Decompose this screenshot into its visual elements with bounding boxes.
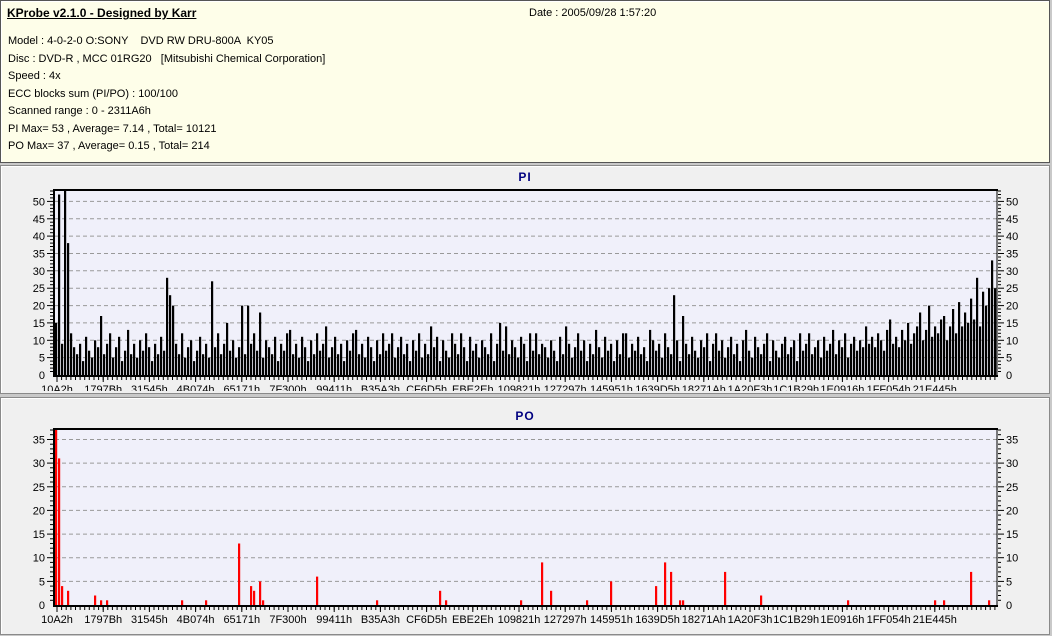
svg-text:10A2h: 10A2h	[41, 614, 73, 626]
svg-text:35: 35	[33, 249, 45, 261]
info-line-scanned-range: Scanned range : 0 - 2311A6h	[8, 105, 151, 117]
svg-text:30: 30	[33, 266, 45, 278]
svg-text:1E0916h: 1E0916h	[820, 384, 864, 391]
svg-text:25: 25	[1006, 283, 1018, 295]
svg-text:50: 50	[1006, 196, 1018, 208]
svg-text:7F300h: 7F300h	[269, 614, 306, 626]
svg-text:EBE2Eh: EBE2Eh	[452, 384, 494, 391]
svg-text:15: 15	[1006, 529, 1018, 541]
svg-text:25: 25	[33, 283, 45, 295]
svg-text:50: 50	[33, 196, 45, 208]
svg-text:31545h: 31545h	[131, 614, 168, 626]
scan-info-panel: KProbe v2.1.0 - Designed by Karr Date : …	[0, 0, 1050, 163]
svg-text:15: 15	[33, 318, 45, 330]
svg-text:10: 10	[1006, 335, 1018, 347]
svg-text:1797Bh: 1797Bh	[84, 614, 122, 626]
svg-text:18271Ah: 18271Ah	[682, 384, 726, 391]
svg-text:21E445h: 21E445h	[913, 384, 957, 391]
kprobe-results-screen: KProbe v2.1.0 - Designed by Karr Date : …	[0, 0, 1052, 636]
svg-text:99411h: 99411h	[316, 614, 352, 626]
svg-text:35: 35	[33, 435, 45, 447]
svg-text:20: 20	[33, 301, 45, 313]
svg-text:5: 5	[39, 353, 45, 365]
svg-text:B35A3h: B35A3h	[361, 614, 400, 626]
svg-text:35: 35	[1006, 435, 1018, 447]
svg-text:20: 20	[33, 505, 45, 517]
info-line-pi-stats: PI Max= 53 , Average= 7.14 , Total= 1012…	[8, 122, 217, 135]
svg-text:1639D5h: 1639D5h	[635, 384, 680, 391]
svg-text:0: 0	[39, 370, 45, 382]
svg-text:15: 15	[1006, 318, 1018, 330]
svg-text:30: 30	[1006, 458, 1018, 470]
svg-text:10A2h: 10A2h	[41, 384, 73, 391]
pi-bar-chart: 0 0 5 5 10 10 15 15 20 20 25 25 30 30 35 35 40 40 45 45 50 50…	[33, 189, 1018, 391]
svg-text:99411h: 99411h	[316, 384, 352, 391]
svg-text:7F300h: 7F300h	[269, 384, 306, 391]
svg-text:1797Bh: 1797Bh	[84, 384, 122, 391]
svg-text:20: 20	[1006, 301, 1018, 313]
svg-text:1A20F3h: 1A20F3h	[728, 384, 773, 391]
svg-text:CF6D5h: CF6D5h	[406, 384, 447, 391]
svg-text:65171h: 65171h	[223, 614, 260, 626]
svg-text:30: 30	[33, 458, 45, 470]
svg-text:31545h: 31545h	[131, 384, 168, 391]
svg-text:145951h: 145951h	[590, 384, 633, 391]
svg-text:4B074h: 4B074h	[177, 384, 215, 391]
svg-text:EBE2Eh: EBE2Eh	[452, 614, 494, 626]
info-line-speed: Speed : 4x	[8, 70, 61, 82]
info-line-ecc-blocks: ECC blocks sum (PI/PO) : 100/100	[8, 87, 178, 100]
info-line-po-stats: PO Max= 37 , Average= 0.15 , Total= 214	[8, 140, 210, 152]
svg-text:25: 25	[1006, 482, 1018, 494]
svg-text:5: 5	[39, 576, 45, 588]
svg-text:1C1B29h: 1C1B29h	[773, 384, 819, 391]
pi-chart-panel: PI 0 0 5 5 10 10 15 15 20 20 25 25 30 30 35 35 40 40 45 45 5…	[0, 165, 1050, 394]
svg-text:109821h: 109821h	[498, 614, 541, 626]
svg-text:10: 10	[1006, 553, 1018, 565]
svg-text:0: 0	[1006, 600, 1012, 612]
svg-text:5: 5	[1006, 576, 1012, 588]
svg-text:30: 30	[1006, 266, 1018, 278]
svg-text:15: 15	[33, 529, 45, 541]
po-bar-chart: 0 0 5 5 10 10 15 15 20 20 25 25 30 30 35 35 10A2h 1797Bh 3…	[33, 428, 1018, 626]
svg-text:1C1B29h: 1C1B29h	[773, 614, 819, 626]
svg-text:1FF054h: 1FF054h	[867, 384, 911, 391]
svg-text:4B074h: 4B074h	[177, 614, 215, 626]
svg-text:1E0916h: 1E0916h	[820, 614, 864, 626]
svg-text:145951h: 145951h	[590, 614, 633, 626]
svg-text:25: 25	[33, 482, 45, 494]
scan-date: Date : 2005/09/28 1:57:20	[529, 7, 657, 19]
svg-text:40: 40	[1006, 231, 1018, 243]
svg-text:1FF054h: 1FF054h	[867, 614, 911, 626]
app-title: KProbe v2.1.0 - Designed by Karr	[7, 6, 197, 20]
svg-text:21E445h: 21E445h	[913, 614, 957, 626]
info-line-disc: Disc : DVD-R , MCC 01RG20 [Mitsubishi Ch…	[8, 52, 326, 65]
svg-text:20: 20	[1006, 505, 1018, 517]
svg-text:35: 35	[1006, 249, 1018, 261]
svg-text:1A20F3h: 1A20F3h	[728, 614, 773, 626]
svg-text:65171h: 65171h	[223, 384, 260, 391]
svg-text:0: 0	[1006, 370, 1012, 382]
svg-text:0: 0	[39, 600, 45, 612]
svg-text:5: 5	[1006, 353, 1012, 365]
svg-text:127297h: 127297h	[544, 384, 587, 391]
po-chart-panel: PO 0 0 5 5 10 10 15 15 20 20 25 25 30 30 35 35 10A2h 1797…	[0, 397, 1050, 635]
svg-text:10: 10	[33, 553, 45, 565]
svg-text:10: 10	[33, 335, 45, 347]
svg-text:127297h: 127297h	[544, 614, 587, 626]
svg-text:45: 45	[1006, 214, 1018, 226]
svg-text:40: 40	[33, 231, 45, 243]
info-line-model: Model : 4-0-2-0 O:SONY DVD RW DRU-800A K…	[8, 35, 274, 47]
svg-text:CF6D5h: CF6D5h	[406, 614, 447, 626]
svg-text:1639D5h: 1639D5h	[635, 614, 680, 626]
svg-text:B35A3h: B35A3h	[361, 384, 400, 391]
svg-text:18271Ah: 18271Ah	[682, 614, 726, 626]
svg-text:45: 45	[33, 214, 45, 226]
svg-text:109821h: 109821h	[498, 384, 541, 391]
